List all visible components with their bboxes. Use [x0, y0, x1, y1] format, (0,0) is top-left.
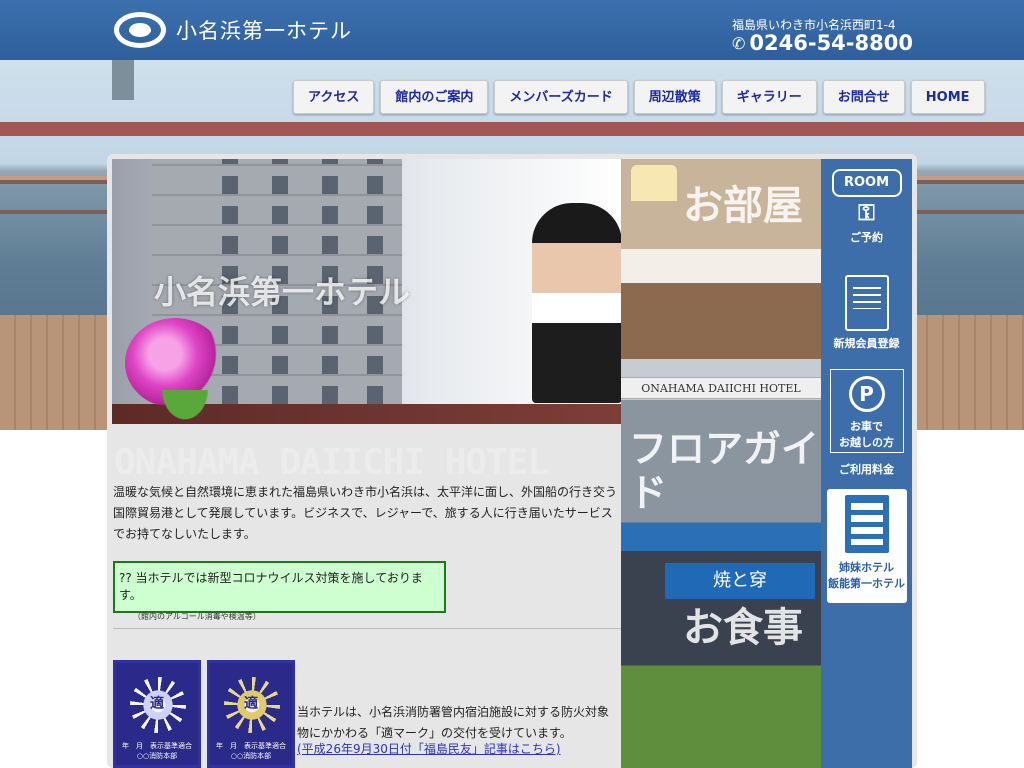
quick-links-sidebar: ROOM ⚿ ご予約 新規会員登録 P お車で お越しの方 ご利用料金 姉妹ホテ…	[821, 159, 912, 768]
room-badge: ROOM	[831, 169, 902, 197]
nav-contact[interactable]: お問合せ	[822, 80, 905, 114]
sticker-caption-line1: 年 月 表示基準適合	[122, 742, 192, 750]
sticker-caption-line2: ○○消防本部	[136, 752, 178, 760]
covid-notice: ?? 当ホテルでは新型コロナウイルス対策を施しております。 （館内のアルコール消…	[113, 561, 446, 621]
room-label: お部屋	[683, 183, 803, 229]
covid-notice-text: ?? 当ホテルでは新型コロナウイルス対策を施しております。	[119, 571, 423, 602]
sticker-caption: 年 月 表示基準適合 ○○消防本部	[116, 741, 198, 761]
section-divider	[113, 628, 621, 629]
sticker-caption-line1: 年 月 表示基準適合	[216, 742, 286, 750]
member-registration-link[interactable]: 新規会員登録	[821, 275, 912, 351]
site-logo[interactable]: 小名浜第一ホテル	[114, 12, 352, 48]
register-label: 新規会員登録	[833, 337, 900, 350]
receptionist-photo	[532, 203, 621, 403]
sticker-symbol: 適	[244, 696, 258, 712]
room-photo-link[interactable]: お部屋	[621, 159, 821, 359]
nav-gallery[interactable]: ギャラリー	[721, 80, 817, 114]
car-label-line2: お越しの方	[839, 436, 894, 449]
dining-label: お食事	[683, 605, 803, 651]
reserve-label: ご予約	[850, 231, 883, 244]
usage-fee-link[interactable]: ご利用料金	[821, 461, 912, 477]
nav-access[interactable]: アクセス	[293, 80, 375, 114]
photo-column: お部屋 ONAHAMA DAIICHI HOTEL フロアガイド 焼と穿 お食事	[621, 159, 821, 768]
building-icon	[844, 495, 889, 553]
nav-facility-guide[interactable]: 館内のご案内	[380, 80, 489, 114]
sticker-caption: 年 月 表示基準適合 ○○消防本部	[210, 741, 292, 761]
phone-text: 0246-54-8800	[749, 31, 913, 55]
floor-guide-label: フロアガイド	[629, 427, 820, 515]
fire-safety-text: 当ホテルは、小名浜消防署管内宿泊施設に対する防火対象物にかかわる「適マーク」の交…	[297, 705, 610, 740]
nav-members-card[interactable]: メンバーズカード	[494, 80, 628, 114]
sticker-caption-line2: ○○消防本部	[230, 752, 272, 760]
pier-structure	[0, 122, 1024, 136]
sister-label-line2: 飯能第一ホテル	[828, 577, 905, 590]
flower-leaves	[150, 390, 220, 435]
sister-label-line1: 姉妹ホテル	[839, 561, 894, 574]
hotel-sign: ONAHAMA DAIICHI HOTEL	[621, 377, 821, 399]
main-nav: アクセス 館内のご案内 メンバーズカード 周辺散策 ギャラリー お問合せ HOM…	[293, 80, 985, 114]
hero-caption: 小名浜第一ホテル	[154, 273, 411, 311]
floor-guide-photo-link[interactable]: ONAHAMA DAIICHI HOTEL フロアガイド 焼と穿 お食事	[621, 359, 821, 768]
document-pen-icon	[844, 275, 889, 331]
lamp-image	[631, 165, 677, 201]
parking-box: P お車で お越しの方	[829, 369, 904, 453]
phone-icon: ✆	[732, 33, 746, 53]
hotel-name: 小名浜第一ホテル	[176, 19, 352, 43]
parking-icon: P	[848, 376, 885, 412]
car-label-line1: お車で	[850, 420, 883, 433]
logo-mark-icon	[114, 12, 166, 48]
restaurant-sign: 焼と穿	[665, 563, 815, 599]
phone-number[interactable]: ✆ 0246-54-8800	[732, 31, 913, 55]
harbor-tower	[112, 60, 134, 100]
fire-safety-mark-gold: 適 年 月 表示基準適合 ○○消防本部	[207, 660, 295, 768]
fire-safety-mark-silver: 適 年 月 表示基準適合 ○○消防本部	[113, 660, 201, 768]
fire-safety-marks: 適 年 月 表示基準適合 ○○消防本部 適 年 月 表示基準適合 ○○消防本部	[113, 660, 295, 768]
sticker-symbol: 適	[150, 696, 164, 712]
sister-hotel-link[interactable]: 姉妹ホテル 飯能第一ホテル	[821, 489, 912, 603]
nav-sightseeing[interactable]: 周辺散策	[633, 80, 716, 114]
covid-notice-subtext: （館内のアルコール消毒や検温等）	[133, 612, 261, 621]
reserve-link[interactable]: ROOM ⚿ ご予約	[821, 159, 912, 245]
intro-text: 温暖な気候と自然環境に恵まれた福島県いわき市小名浜は、太平洋に面し、外国船の行き…	[113, 485, 618, 541]
newspaper-article-link[interactable]: (平成26年9月30日付「福島民友」記事はこちら)	[297, 740, 561, 757]
parking-link[interactable]: P お車で お越しの方	[821, 369, 912, 453]
nav-home[interactable]: HOME	[910, 80, 985, 114]
key-icon: ⚿	[858, 201, 875, 226]
sister-hotel-box: 姉妹ホテル 飯能第一ホテル	[826, 489, 907, 603]
hotel-name-watermark: ONAHAMA DAIICHI HOTEL	[114, 442, 549, 483]
